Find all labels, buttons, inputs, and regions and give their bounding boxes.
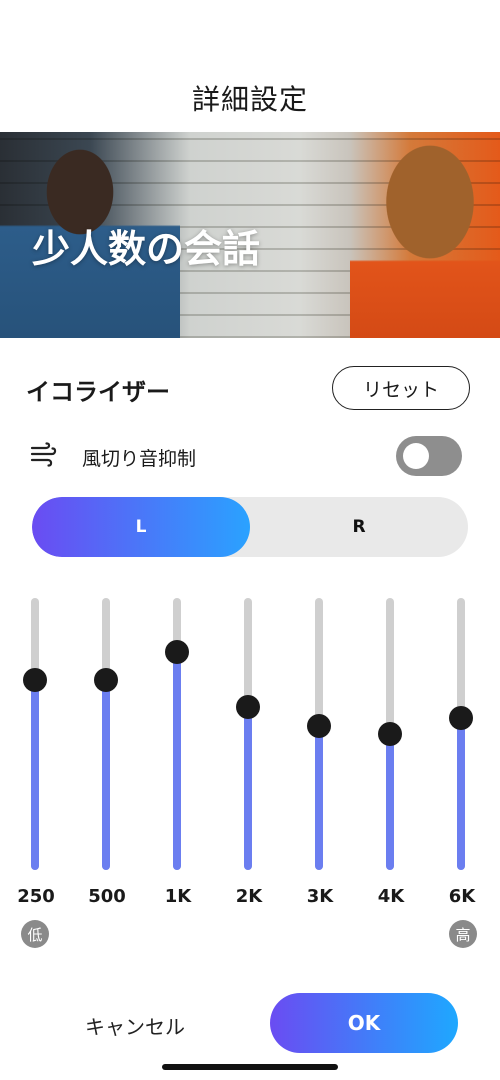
wind-noise-toggle[interactable] — [396, 436, 462, 476]
freq-label: 4K — [377, 886, 405, 907]
freq-label: 2K — [235, 886, 263, 907]
eq-band-3k[interactable] — [307, 598, 331, 870]
freq-label: 6K — [448, 886, 476, 907]
page-title: 詳細設定 — [191, 83, 308, 116]
wind-icon — [30, 442, 57, 467]
wind-noise-label: 風切り音抑制 — [82, 448, 197, 470]
slider-thumb[interactable] — [94, 668, 118, 692]
slider-fill — [244, 707, 252, 870]
slider-thumb[interactable] — [23, 668, 47, 692]
slider-thumb[interactable] — [165, 640, 189, 664]
eq-band-1k[interactable] — [165, 598, 189, 870]
eq-band-250[interactable] — [23, 598, 47, 870]
eq-band-4k[interactable] — [378, 598, 402, 870]
low-tag: 低 — [21, 920, 49, 948]
slider-fill — [386, 734, 394, 870]
slider-fill — [173, 652, 181, 870]
slider-thumb[interactable] — [449, 706, 473, 730]
equalizer-label: イコライザー — [26, 378, 170, 406]
channel-segmented-control: L R — [32, 497, 468, 557]
reset-button[interactable]: リセット — [332, 366, 470, 410]
slider-thumb[interactable] — [236, 695, 260, 719]
eq-band-6k[interactable] — [449, 598, 473, 870]
freq-label: 500 — [88, 886, 126, 907]
channel-left-tab[interactable]: L — [32, 497, 250, 557]
home-indicator — [162, 1064, 338, 1070]
slider-fill — [31, 680, 39, 870]
hero-image: 少人数の会話 — [0, 132, 500, 338]
person-right — [350, 132, 500, 338]
freq-label: 3K — [306, 886, 334, 907]
cancel-button[interactable]: キャンセル — [70, 1006, 200, 1044]
slider-fill — [457, 718, 465, 870]
slider-fill — [315, 726, 323, 870]
slider-fill — [102, 680, 110, 870]
toggle-knob — [403, 443, 429, 469]
eq-band-2k[interactable] — [236, 598, 260, 870]
wind-noise-row: 風切り音抑制 — [0, 434, 500, 478]
freq-label: 250 — [17, 886, 55, 907]
channel-right-tab[interactable]: R — [250, 497, 468, 557]
high-tag: 高 — [449, 920, 477, 948]
scene-caption: 少人数の会話 — [32, 227, 261, 271]
slider-thumb[interactable] — [307, 714, 331, 738]
ok-button[interactable]: OK — [270, 993, 458, 1053]
slider-thumb[interactable] — [378, 722, 402, 746]
eq-band-500[interactable] — [94, 598, 118, 870]
freq-label: 1K — [164, 886, 192, 907]
